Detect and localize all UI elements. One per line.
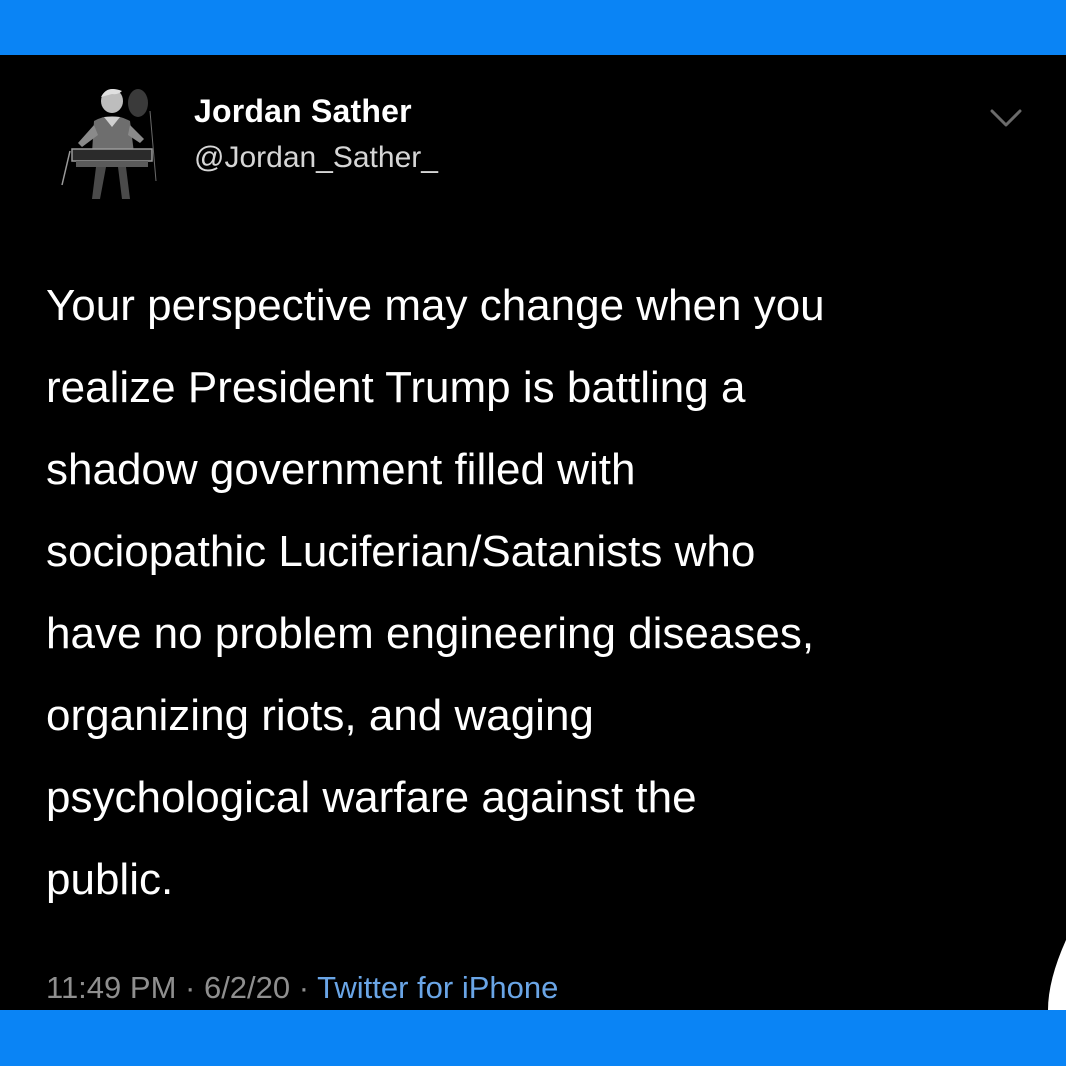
- user-handle[interactable]: @Jordan_Sather_: [194, 141, 438, 175]
- chevron-down-icon[interactable]: [986, 103, 1026, 131]
- image-frame: Jordan Sather @Jordan_Sather_ Your persp…: [0, 0, 1066, 1066]
- avatar[interactable]: [52, 81, 164, 205]
- separator: ·: [290, 970, 318, 1005]
- tweet-time: 11:49 PM: [46, 970, 177, 1005]
- decorative-white-shape: [1048, 940, 1066, 1010]
- tweet-date[interactable]: 6/2/20: [204, 970, 290, 1005]
- tweet-metadata: 11:49 PM · 6/2/20 · Twitter for iPhone: [46, 970, 558, 1006]
- separator: ·: [176, 970, 204, 1005]
- display-name[interactable]: Jordan Sather: [194, 93, 412, 130]
- tweet-text: Your perspective may change when you rea…: [46, 281, 825, 904]
- tweet-source-link[interactable]: Twitter for iPhone: [317, 970, 558, 1005]
- tweet-card: Jordan Sather @Jordan_Sather_ Your persp…: [0, 55, 1066, 1010]
